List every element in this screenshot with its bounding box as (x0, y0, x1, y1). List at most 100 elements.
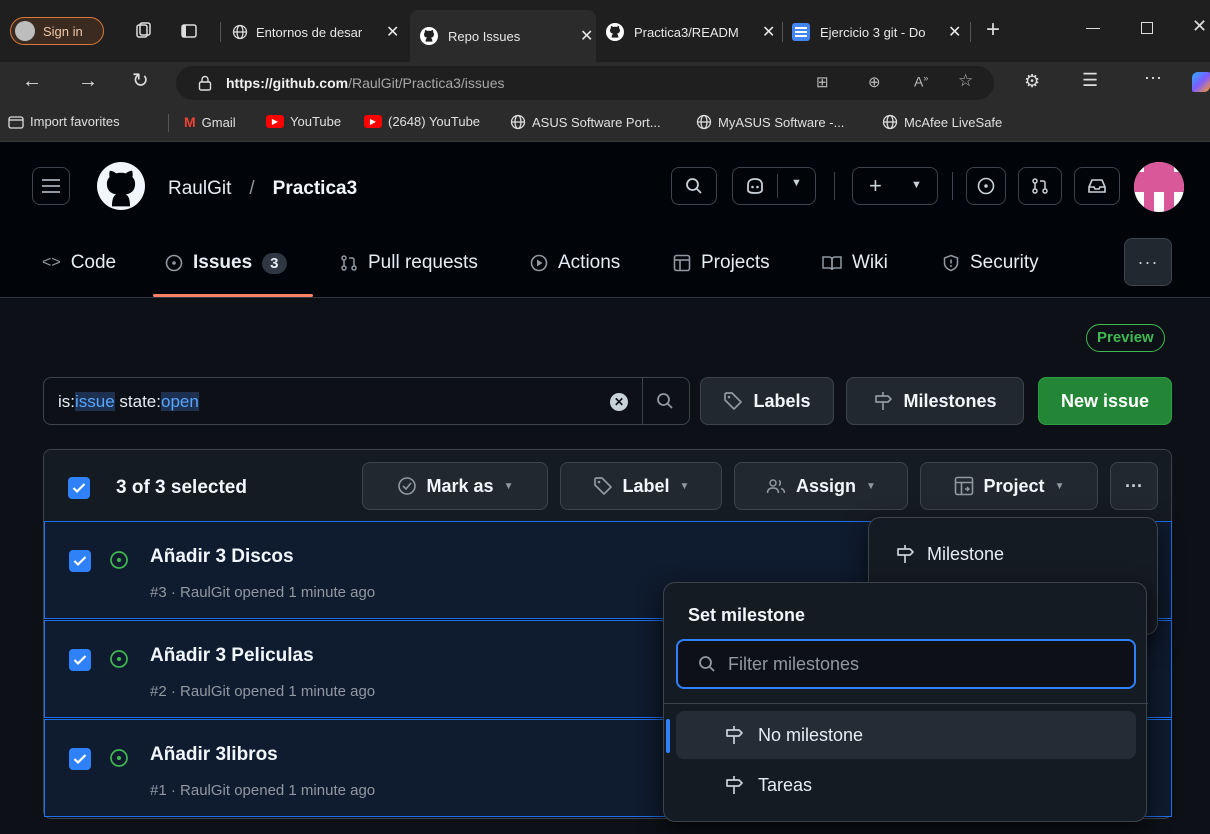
preview-badge[interactable]: Preview (1086, 324, 1165, 352)
tab-issues[interactable]: Issues 3 (165, 252, 287, 274)
repo-nav-more-button[interactable]: ··· (1124, 238, 1172, 286)
inbox-button[interactable] (1074, 167, 1120, 205)
copilot-icon[interactable] (1192, 72, 1210, 92)
fav-asus-software[interactable]: ASUS Software Port... (510, 114, 661, 130)
issue-checkbox[interactable] (69, 550, 91, 572)
fav-label: ASUS Software Port... (532, 114, 661, 130)
toolbar-more-button[interactable]: ··· (1110, 462, 1158, 510)
close-icon[interactable]: ✕ (580, 26, 593, 46)
copilot-button[interactable]: ▼ (732, 167, 816, 205)
button-label: Labels (753, 390, 811, 411)
label-button[interactable]: Label ▼ (560, 462, 722, 510)
maximize-icon[interactable] (1141, 22, 1153, 34)
issue-title[interactable]: Añadir 3libros (150, 744, 278, 766)
search-value: issue (75, 392, 115, 411)
tab-label: Security (970, 252, 1039, 273)
issues-button[interactable] (966, 167, 1006, 205)
tab-security[interactable]: Security (942, 252, 1039, 274)
issue-opened-icon (109, 649, 129, 669)
button-label: Label (622, 475, 670, 496)
issue-meta: #3 · RaulGit opened 1 minute ago (150, 584, 376, 601)
search-input[interactable]: is:issue state:open ✕ (43, 377, 690, 425)
plus-icon: + (869, 173, 882, 198)
milestone-option-none[interactable]: No milestone (676, 711, 1136, 759)
issue-title[interactable]: Añadir 3 Peliculas (150, 645, 314, 667)
tab-code[interactable]: <> Code (42, 252, 116, 274)
reader-view-icon[interactable]: ⊞ (816, 73, 829, 91)
forward-arrow-icon[interactable]: → (78, 70, 98, 93)
tab-entornos[interactable]: Entornos de desar ✕ (226, 12, 406, 52)
new-tab-plus-icon[interactable]: + (986, 16, 1000, 44)
close-icon[interactable]: ✕ (386, 22, 399, 42)
issue-title[interactable]: Añadir 3 Discos (150, 546, 294, 568)
option-label: No milestone (758, 724, 864, 745)
clear-search-icon[interactable]: ✕ (610, 393, 628, 411)
fav-youtube-2648[interactable]: ▶ (2648) YouTube (364, 114, 480, 129)
milestone-icon (873, 391, 893, 411)
extensions-icon[interactable]: ⚙ (1024, 71, 1040, 92)
milestone-icon (724, 725, 744, 745)
github-logo-icon[interactable] (97, 162, 145, 210)
chevron-down-icon[interactable]: ▼ (791, 177, 802, 189)
mark-as-button[interactable]: Mark as ▼ (362, 462, 548, 510)
minimize-icon[interactable] (1086, 28, 1100, 29)
button-label: New issue (1060, 390, 1150, 411)
menu-item-milestone[interactable]: Milestone (877, 528, 1149, 580)
project-button[interactable]: Project ▼ (920, 462, 1098, 510)
address-bar[interactable]: https://github.com /RaulGit/Practica3/is… (176, 66, 994, 100)
close-icon[interactable]: ✕ (762, 22, 775, 42)
issue-checkbox[interactable] (69, 649, 91, 671)
chevron-down-icon: ▼ (911, 179, 922, 191)
lock-icon[interactable] (198, 75, 212, 91)
favorites-list-icon[interactable]: ☰ (1082, 70, 1098, 91)
user-avatar[interactable] (1134, 162, 1184, 212)
fav-mcafee[interactable]: McAfee LiveSafe (882, 114, 1002, 130)
tab-repo-issues[interactable]: Repo Issues ✕ (410, 10, 596, 62)
youtube-icon: ▶ (364, 115, 382, 128)
import-icon (8, 115, 24, 129)
fav-youtube[interactable]: ▶ YouTube (266, 114, 341, 129)
assign-button[interactable]: Assign ▼ (734, 462, 908, 510)
tab-label: Ejercicio 3 git - Do (820, 24, 926, 40)
back-arrow-icon[interactable]: ← (22, 70, 42, 93)
refresh-icon[interactable]: ↻ (132, 68, 149, 93)
menu-hamburger-button[interactable] (32, 167, 70, 205)
new-issue-button[interactable]: New issue (1038, 377, 1172, 425)
milestone-option-tareas[interactable]: Tareas (676, 761, 1136, 809)
button-label: Milestones (903, 390, 997, 411)
workspaces-icon[interactable] (134, 22, 152, 40)
tab-label: Projects (701, 252, 770, 273)
fav-myasus[interactable]: MyASUS Software -... (696, 114, 844, 130)
profile-button[interactable]: Sign in (10, 17, 104, 45)
pull-requests-button[interactable] (1018, 167, 1062, 205)
search-button[interactable] (671, 167, 717, 205)
tab-wiki[interactable]: Wiki (822, 252, 888, 274)
milestone-filter-input[interactable]: Filter milestones (676, 639, 1136, 689)
issue-opened-icon (109, 748, 129, 768)
repo-name-link[interactable]: Practica3 (273, 178, 358, 200)
create-new-button[interactable]: + ▼ (852, 167, 938, 205)
tab-ejercicio-doc[interactable]: Ejercicio 3 git - Do ✕ (786, 12, 966, 52)
shield-icon (942, 254, 960, 272)
repo-owner-link[interactable]: RaulGit (168, 178, 231, 200)
labels-button[interactable]: Labels (700, 377, 834, 425)
search-qualifier: is: (58, 392, 75, 411)
tab-practica3-readme[interactable]: Practica3/READM ✕ (600, 12, 780, 52)
issue-meta: #2 · RaulGit opened 1 minute ago (150, 683, 376, 700)
favorite-star-icon[interactable]: ☆ (958, 71, 973, 91)
tab-actions[interactable]: Actions (530, 252, 620, 274)
read-aloud-icon[interactable]: A» (914, 73, 928, 90)
fav-gmail[interactable]: M Gmail (184, 114, 236, 130)
milestones-button[interactable]: Milestones (846, 377, 1024, 425)
more-menu-icon[interactable]: ⋯ (1144, 68, 1162, 89)
tab-pull-requests[interactable]: Pull requests (340, 252, 478, 274)
fav-import[interactable]: Import favorites (8, 114, 120, 129)
tab-projects[interactable]: Projects (673, 252, 770, 274)
search-submit-icon[interactable] (656, 392, 674, 410)
select-all-checkbox[interactable] (68, 477, 90, 499)
tab-actions-icon[interactable] (180, 22, 198, 40)
close-icon[interactable]: ✕ (948, 22, 961, 42)
issue-checkbox[interactable] (69, 748, 91, 770)
zoom-icon[interactable]: ⊕ (868, 73, 881, 91)
close-window-icon[interactable]: ✕ (1192, 16, 1207, 37)
